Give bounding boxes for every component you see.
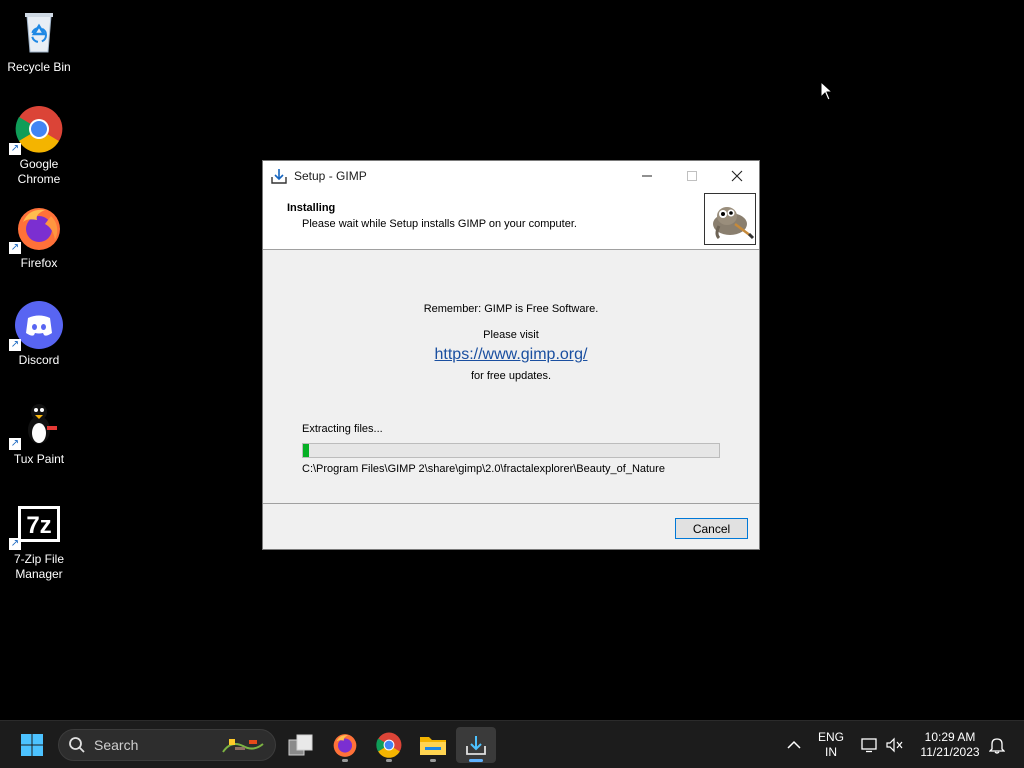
desktop-icon-google-chrome[interactable]: ↗ Google Chrome bbox=[4, 105, 74, 187]
install-progress-bar bbox=[302, 443, 720, 458]
wizard-body: Remember: GIMP is Free Software. Please … bbox=[263, 250, 759, 505]
language-indicator[interactable]: ENG IN bbox=[812, 730, 850, 760]
cancel-button[interactable]: Cancel bbox=[675, 518, 748, 539]
clock-date: 11/21/2023 bbox=[920, 745, 980, 759]
search-highlight-icon bbox=[221, 736, 265, 759]
discord-icon: ↗ bbox=[9, 301, 63, 351]
svg-text:7z: 7z bbox=[26, 512, 51, 539]
firefox-icon: ↗ bbox=[9, 204, 63, 254]
dialog-title: Setup - GIMP bbox=[294, 169, 367, 183]
recycle-bin-icon bbox=[15, 8, 63, 56]
shortcut-arrow-icon: ↗ bbox=[9, 538, 21, 550]
desktop-icon-7zip[interactable]: 7z ↗ 7-Zip File Manager bbox=[4, 500, 74, 582]
taskbar-search-box[interactable]: Search bbox=[58, 729, 276, 761]
setup-dialog: Setup - GIMP Installing Please wait whil… bbox=[262, 160, 760, 550]
gimp-logo-icon bbox=[704, 193, 756, 245]
show-hidden-icons-button[interactable] bbox=[774, 727, 814, 763]
shortcut-arrow-icon: ↗ bbox=[9, 438, 21, 450]
desktop-icon-label: Recycle Bin bbox=[7, 60, 71, 74]
desktop-icon-tux-paint[interactable]: ↗ Tux Paint bbox=[4, 400, 74, 467]
search-placeholder: Search bbox=[94, 737, 139, 753]
clock[interactable]: 10:29 AM 11/21/2023 bbox=[914, 730, 986, 760]
gimp-website-link[interactable]: https://www.gimp.org/ bbox=[435, 346, 588, 363]
desktop-icon-discord[interactable]: ↗ Discord bbox=[4, 301, 74, 368]
notifications-button[interactable] bbox=[986, 727, 1008, 763]
volume-status[interactable] bbox=[884, 727, 906, 763]
desktop-icon-label: Manager bbox=[15, 567, 63, 581]
start-button[interactable] bbox=[12, 727, 52, 763]
running-indicator bbox=[430, 759, 436, 762]
close-button[interactable] bbox=[714, 161, 759, 191]
chrome-icon: ↗ bbox=[9, 105, 63, 155]
language-region: IN bbox=[825, 745, 837, 759]
taskbar-gimp-setup[interactable] bbox=[456, 727, 496, 763]
desktop-icon-label: Google bbox=[19, 157, 59, 171]
taskbar-firefox[interactable] bbox=[325, 727, 365, 763]
minimize-icon bbox=[641, 175, 652, 177]
shortcut-arrow-icon: ↗ bbox=[9, 242, 21, 254]
chrome-icon bbox=[376, 732, 402, 758]
maximize-icon bbox=[686, 171, 697, 181]
seven-zip-icon: 7z ↗ bbox=[9, 500, 63, 550]
taskbar-chrome[interactable] bbox=[369, 727, 409, 763]
dialog-titlebar[interactable]: Setup - GIMP bbox=[263, 161, 759, 191]
network-status[interactable] bbox=[859, 727, 881, 763]
clock-time: 10:29 AM bbox=[924, 730, 976, 744]
task-view-icon bbox=[288, 734, 313, 756]
visit-text: Please visit bbox=[483, 329, 539, 341]
desktop-icon-label: Discord bbox=[18, 353, 60, 367]
mouse-cursor-icon bbox=[820, 80, 834, 106]
folder-icon bbox=[420, 737, 446, 755]
running-indicator bbox=[342, 759, 348, 762]
windows-logo-icon bbox=[21, 734, 43, 756]
shortcut-arrow-icon: ↗ bbox=[9, 143, 21, 155]
status-label: Extracting files... bbox=[302, 423, 383, 435]
minimize-button[interactable] bbox=[624, 161, 669, 191]
bell-icon bbox=[989, 738, 1005, 754]
language-code: ENG bbox=[817, 730, 844, 744]
shortcut-arrow-icon: ↗ bbox=[9, 339, 21, 351]
installer-icon bbox=[270, 167, 288, 185]
taskbar-task-view[interactable] bbox=[281, 727, 321, 763]
running-indicator bbox=[469, 759, 483, 762]
page-subtitle: Please wait while Setup installs GIMP on… bbox=[302, 218, 577, 230]
desktop-icon-label: 7-Zip File bbox=[13, 552, 64, 566]
updates-text: for free updates. bbox=[470, 370, 552, 382]
taskbar: Search ENG IN 10:29 AM 11/21/2023 bbox=[0, 720, 1024, 768]
remember-text: Remember: GIMP is Free Software. bbox=[423, 303, 599, 315]
progress-fill bbox=[303, 444, 310, 457]
current-file-label: C:\Program Files\GIMP 2\share\gimp\2.0\f… bbox=[302, 463, 665, 475]
page-title: Installing bbox=[287, 202, 336, 214]
search-icon bbox=[69, 737, 85, 753]
desktop-icon-label: Firefox bbox=[20, 256, 58, 270]
desktop-icon-recycle-bin[interactable]: Recycle Bin bbox=[4, 8, 74, 75]
desktop-icon-label: Tux Paint bbox=[13, 452, 65, 466]
speaker-muted-icon bbox=[886, 737, 903, 753]
network-icon bbox=[861, 738, 877, 753]
close-icon bbox=[731, 170, 742, 182]
running-indicator bbox=[386, 759, 392, 762]
chevron-up-icon bbox=[787, 740, 801, 749]
tux-paint-icon: ↗ bbox=[9, 400, 63, 450]
desktop-icon-label: Chrome bbox=[17, 172, 61, 186]
wizard-header: Installing Please wait while Setup insta… bbox=[263, 191, 759, 250]
desktop-icon-firefox[interactable]: ↗ Firefox bbox=[4, 204, 74, 271]
installer-icon bbox=[466, 736, 486, 755]
firefox-icon bbox=[333, 734, 357, 757]
maximize-button bbox=[669, 161, 714, 191]
taskbar-file-explorer[interactable] bbox=[413, 727, 453, 763]
wizard-footer: Cancel bbox=[263, 503, 759, 549]
